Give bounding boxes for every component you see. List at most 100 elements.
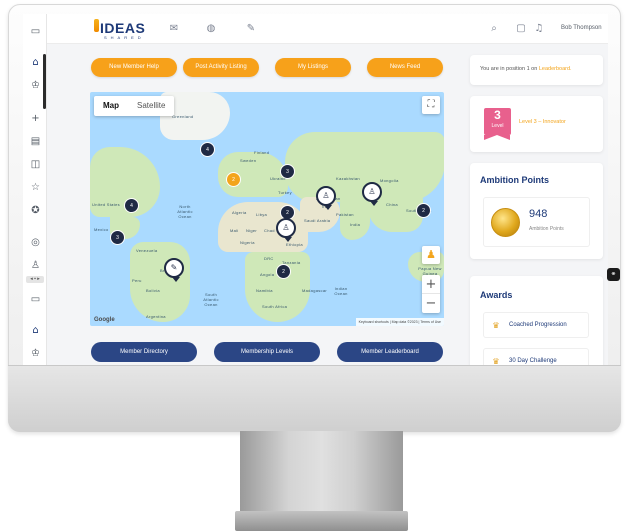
map-cluster[interactable]: 3 xyxy=(110,230,125,245)
search-icon[interactable]: ⌕ xyxy=(488,23,500,35)
inbox-icon[interactable]: ▢ xyxy=(515,23,527,35)
zoom-out-button[interactable]: − xyxy=(422,294,440,313)
award-item[interactable]: ♛ Coached Progression xyxy=(483,312,589,338)
link-icon[interactable]: ⚭ xyxy=(607,268,620,281)
award-medal-icon: ♛ xyxy=(492,357,500,365)
inbox-icon[interactable]: ◫ xyxy=(30,159,41,170)
award-item[interactable]: ♛ 30 Day Challenge xyxy=(483,348,589,365)
sidebar-collapse-handle[interactable]: ◂ ▪ ▸ xyxy=(26,276,44,283)
map-cluster[interactable]: 4 xyxy=(124,198,139,213)
country-label: Saudi Arabia xyxy=(304,218,331,223)
top-bar: IDEAS SHARED ✉ ◍ ✎ ⌕ ▢ ♫ Bob Thompson xyxy=(47,14,608,44)
home-icon[interactable]: ⌂ xyxy=(30,57,41,68)
country-label: Argentina xyxy=(146,314,166,319)
leaderboard-link[interactable]: Leaderboard. xyxy=(539,66,572,72)
trophy-icon[interactable]: ♔ xyxy=(30,348,41,359)
country-label: South Africa xyxy=(262,304,288,309)
my-listings-button[interactable]: My Listings xyxy=(275,58,351,77)
level-badge: 3 Level xyxy=(484,108,511,140)
map-pin-icon[interactable]: ♙ xyxy=(276,218,296,242)
country-label: Chad xyxy=(264,228,275,233)
award-medal-icon: ♛ xyxy=(492,321,500,330)
map-pin-icon[interactable]: ✎ xyxy=(164,258,184,282)
star-icon[interactable]: ☆ xyxy=(30,182,41,193)
country-label: Algeria xyxy=(232,210,247,215)
map-type-map-button[interactable]: Map xyxy=(94,96,128,116)
member-leaderboard-button[interactable]: Member Leaderboard xyxy=(337,342,443,362)
logo[interactable]: IDEAS xyxy=(100,20,145,36)
user-icon[interactable]: ♙ xyxy=(30,260,41,271)
panel-icon[interactable]: ▭ xyxy=(30,294,41,305)
member-directory-button[interactable]: Member Directory xyxy=(91,342,197,362)
country-label: Nigeria xyxy=(240,240,255,245)
plus-icon[interactable]: + xyxy=(30,113,41,124)
map-cluster[interactable]: 2 xyxy=(226,172,241,187)
map-cluster[interactable]: 2 xyxy=(276,264,291,279)
zoom-in-button[interactable]: + xyxy=(422,275,440,294)
new-member-help-button[interactable]: New Member Help xyxy=(91,58,177,77)
position-prefix: You are in position 1 on xyxy=(480,66,539,72)
country-label: Kazakhstan xyxy=(336,176,360,181)
ambition-points-card: Ambition Points 948 Ambition Points xyxy=(470,163,603,259)
membership-levels-button[interactable]: Membership Levels xyxy=(214,342,320,362)
map-cluster[interactable]: 3 xyxy=(280,164,295,179)
sidebar-scrollbar[interactable] xyxy=(43,54,46,109)
user-name[interactable]: Bob Thompson xyxy=(561,25,602,31)
news-feed-button[interactable]: News Feed xyxy=(367,58,443,77)
sidebar: ▭ ⌂ ♔ + ▤ ◫ ☆ ✪ ◎ ♙ ◂ ▪ ▸ ▭ ⌂ ♔ xyxy=(23,14,47,365)
level-word: Level xyxy=(491,123,504,129)
bell-icon[interactable]: ♫ xyxy=(533,23,545,35)
level-card: 3 Level Level 3 – Innovator xyxy=(470,96,603,152)
country-label: Sweden xyxy=(240,158,257,163)
ambition-points-box: 948 Ambition Points xyxy=(483,197,590,247)
trophy-icon[interactable]: ♔ xyxy=(30,80,41,91)
map-attribution[interactable]: Keyboard shortcuts | Map data ©2023 | Te… xyxy=(355,318,444,326)
country-label: China xyxy=(386,202,398,207)
country-label: Mongolia xyxy=(380,178,399,183)
member-map[interactable]: North Atlantic Ocean South Atlantic Ocea… xyxy=(90,92,444,326)
country-label: Ethiopia xyxy=(286,242,303,247)
map-type-control: Map Satellite xyxy=(94,96,175,116)
leaderboard-position-card: You are in position 1 on Leaderboard. xyxy=(470,55,603,85)
map-cluster[interactable]: 4 xyxy=(200,142,215,157)
map-type-satellite-button[interactable]: Satellite xyxy=(128,96,174,116)
country-label: Bolivia xyxy=(146,288,160,293)
country-label: United States xyxy=(92,202,120,207)
post-activity-listing-button[interactable]: Post Activity Listing xyxy=(183,58,259,77)
map-cluster[interactable]: 2 xyxy=(416,203,431,218)
country-label: Namibia xyxy=(256,288,273,293)
country-label: Peru xyxy=(132,278,142,283)
country-label: Mexico xyxy=(94,227,109,232)
country-label: Madagascar xyxy=(302,288,328,293)
country-label: Finland xyxy=(254,150,270,155)
map-pin-icon[interactable]: ♙ xyxy=(316,186,336,210)
card-icon[interactable]: ▤ xyxy=(30,136,41,147)
india-shape xyxy=(340,200,370,240)
pegman-icon[interactable]: ♟ xyxy=(422,246,440,264)
google-logo[interactable]: Google xyxy=(94,317,115,323)
map-pin-icon[interactable]: ♙ xyxy=(362,182,382,206)
home-icon[interactable]: ⌂ xyxy=(30,325,41,336)
level-link[interactable]: Level 3 – Innovator xyxy=(519,119,566,125)
panel-icon[interactable]: ▭ xyxy=(30,26,41,37)
country-label: Pakistan xyxy=(336,212,354,217)
monitor-stand-base xyxy=(235,511,408,531)
country-label: Libya xyxy=(256,212,268,217)
edit-icon[interactable]: ✎ xyxy=(245,23,257,35)
fullscreen-icon[interactable]: ⛶ xyxy=(422,96,440,114)
country-label: DRC xyxy=(264,256,274,261)
award-name: 30 Day Challenge xyxy=(509,358,557,364)
ocean-label: South Atlantic Ocean xyxy=(203,292,219,307)
globe-icon[interactable]: ◍ xyxy=(205,23,217,35)
country-label: Turkey xyxy=(278,190,292,195)
awards-title: Awards xyxy=(480,290,513,300)
mail-icon[interactable]: ✉ xyxy=(168,23,180,35)
ambition-points-title: Ambition Points xyxy=(480,175,549,185)
logo-icon xyxy=(94,19,99,32)
ocean-label: Indian Ocean xyxy=(334,286,348,296)
screen: ▭ ⌂ ♔ + ▤ ◫ ☆ ✪ ◎ ♙ ◂ ▪ ▸ ▭ ⌂ ♔ IDEAS SH… xyxy=(23,14,608,365)
target-icon[interactable]: ◎ xyxy=(30,237,41,248)
country-label: Angola xyxy=(260,272,275,277)
country-label: Niger xyxy=(246,228,258,233)
badge-icon[interactable]: ✪ xyxy=(30,205,41,216)
